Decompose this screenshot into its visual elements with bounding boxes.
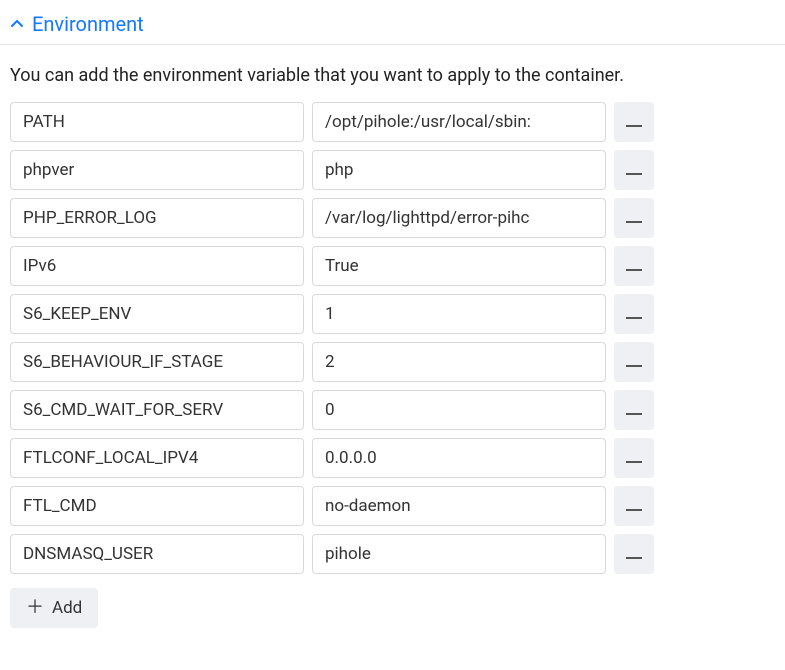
chevron-up-icon [10, 17, 24, 31]
remove-button[interactable] [614, 486, 654, 526]
env-row [10, 342, 775, 382]
env-value-input[interactable] [312, 150, 606, 190]
env-key-input[interactable] [10, 246, 304, 286]
minus-icon [626, 403, 642, 418]
minus-icon [626, 547, 642, 562]
env-value-input[interactable] [312, 534, 606, 574]
minus-icon [626, 115, 642, 130]
env-value-input[interactable] [312, 198, 606, 238]
remove-button[interactable] [614, 150, 654, 190]
env-row [10, 534, 775, 574]
add-button[interactable]: ＋ Add [10, 588, 98, 628]
env-key-input[interactable] [10, 294, 304, 334]
remove-button[interactable] [614, 390, 654, 430]
env-var-table [0, 102, 785, 574]
minus-icon [626, 163, 642, 178]
env-value-input[interactable] [312, 102, 606, 142]
env-row [10, 102, 775, 142]
env-key-input[interactable] [10, 486, 304, 526]
env-key-input[interactable] [10, 342, 304, 382]
minus-icon [626, 211, 642, 226]
remove-button[interactable] [614, 534, 654, 574]
env-row [10, 438, 775, 478]
env-key-input[interactable] [10, 534, 304, 574]
minus-icon [626, 355, 642, 370]
minus-icon [626, 307, 642, 322]
env-key-input[interactable] [10, 390, 304, 430]
env-value-input[interactable] [312, 246, 606, 286]
env-key-input[interactable] [10, 102, 304, 142]
env-key-input[interactable] [10, 438, 304, 478]
env-row [10, 198, 775, 238]
env-row [10, 294, 775, 334]
env-value-input[interactable] [312, 294, 606, 334]
plus-icon: ＋ [26, 599, 44, 617]
remove-button[interactable] [614, 198, 654, 238]
env-key-input[interactable] [10, 198, 304, 238]
remove-button[interactable] [614, 342, 654, 382]
env-value-input[interactable] [312, 342, 606, 382]
section-title: Environment [32, 12, 144, 36]
env-row [10, 486, 775, 526]
env-row [10, 246, 775, 286]
remove-button[interactable] [614, 102, 654, 142]
remove-button[interactable] [614, 246, 654, 286]
env-row [10, 150, 775, 190]
env-key-input[interactable] [10, 150, 304, 190]
minus-icon [626, 259, 642, 274]
remove-button[interactable] [614, 438, 654, 478]
section-header[interactable]: Environment [0, 0, 785, 45]
remove-button[interactable] [614, 294, 654, 334]
env-value-input[interactable] [312, 390, 606, 430]
section-description: You can add the environment variable tha… [0, 45, 785, 102]
minus-icon [626, 499, 642, 514]
env-row [10, 390, 775, 430]
env-value-input[interactable] [312, 438, 606, 478]
env-value-input[interactable] [312, 486, 606, 526]
minus-icon [626, 451, 642, 466]
add-button-label: Add [52, 598, 82, 618]
